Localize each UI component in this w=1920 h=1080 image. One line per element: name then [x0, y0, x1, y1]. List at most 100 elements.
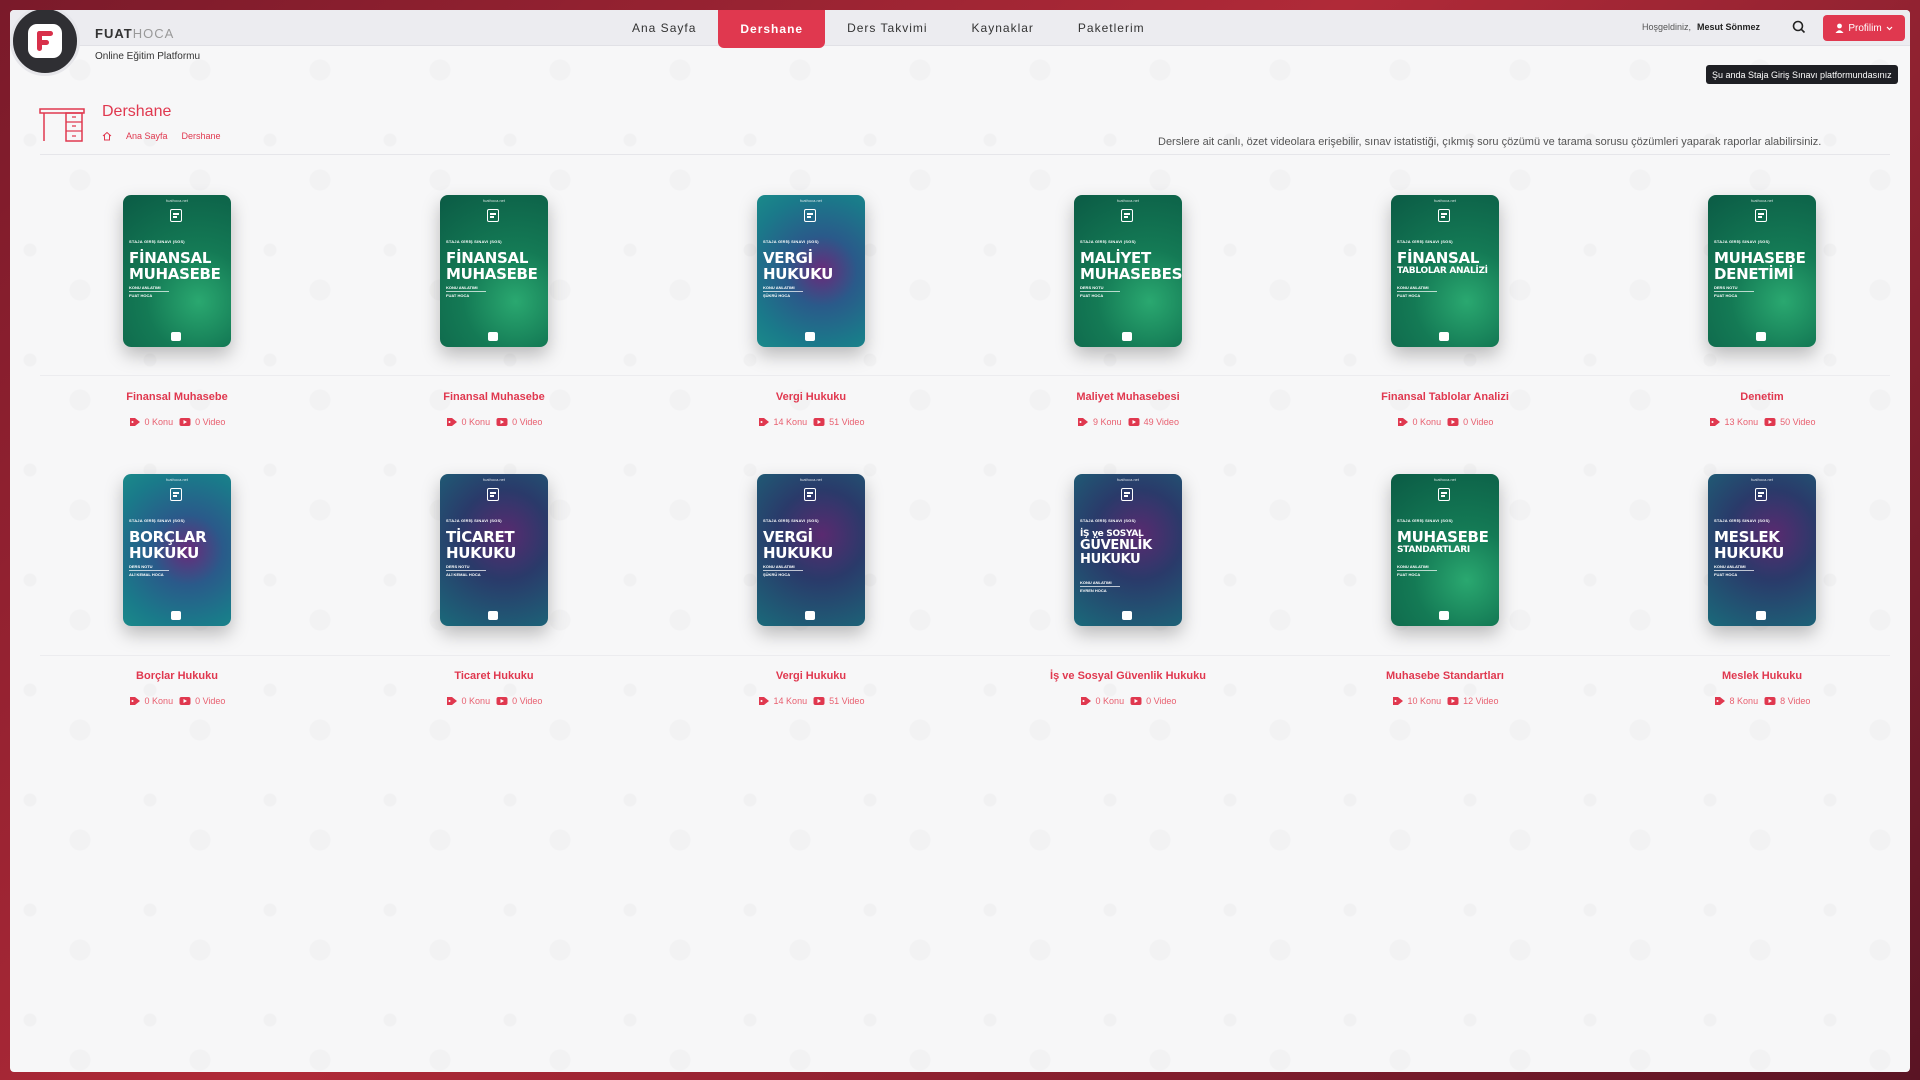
course-title[interactable]: Vergi Hukuku	[681, 670, 941, 682]
course-card[interactable]: fuathoca.net STAJA GİRİŞ SINAVI (SGS) BORÇ…	[47, 474, 307, 714]
tag-icon	[1709, 418, 1720, 426]
platform-tooltip: Şu anda Staja Giriş Sınavı platformundas…	[1706, 65, 1898, 84]
cover-site: fuathoca.net	[1116, 198, 1140, 203]
course-title[interactable]: Maliyet Muhasebesi	[998, 391, 1258, 403]
cover-title: BORÇLAR HUKUKU	[129, 529, 227, 561]
cover-site: fuathoca.net	[799, 198, 823, 203]
course-card[interactable]: fuathoca.net STAJA GİRİŞ SINAVI (SGS) FİNA…	[47, 195, 307, 435]
profile-button[interactable]: Profilim	[1823, 15, 1905, 41]
nav-item-paketlerim[interactable]: Paketlerim	[1056, 10, 1167, 46]
nav-item-ders-takvimi[interactable]: Ders Takvimi	[825, 10, 949, 46]
konu-stat: 10 Konu	[1392, 696, 1442, 706]
video-stat: 50 Video	[1764, 417, 1815, 427]
course-card[interactable]: fuathoca.net STAJA GİRİŞ SINAVI (SGS) MESL…	[1632, 474, 1892, 714]
course-title[interactable]: Meslek Hukuku	[1632, 670, 1892, 682]
course-card[interactable]: fuathoca.net STAJA GİRİŞ SINAVI (SGS) MALİ…	[998, 195, 1258, 435]
cover-type: KONU ANLATIMI	[763, 285, 803, 292]
course-cover[interactable]: fuathoca.net STAJA GİRİŞ SINAVI (SGS) FİNA…	[440, 195, 548, 347]
cover-site: fuathoca.net	[1116, 477, 1140, 482]
row-divider	[40, 375, 1890, 376]
course-card[interactable]: fuathoca.net STAJA GİRİŞ SINAVI (SGS) TİCA…	[364, 474, 624, 714]
breadcrumb-dershane[interactable]: Dershane	[182, 131, 221, 141]
konu-count: 0 Konu	[461, 417, 491, 427]
cover-title-line: FİNANSAL	[129, 249, 212, 267]
course-cover[interactable]: fuathoca.net STAJA GİRİŞ SINAVI (SGS) FİNA…	[123, 195, 231, 347]
cover-badge-icon	[1755, 209, 1767, 222]
course-card[interactable]: fuathoca.net STAJA GİRİŞ SINAVI (SGS) VERG…	[681, 474, 941, 714]
course-cover[interactable]: fuathoca.net STAJA GİRİŞ SINAVI (SGS) TİCA…	[440, 474, 548, 626]
cover-title-line: HUKUKU	[129, 544, 200, 562]
course-cover[interactable]: fuathoca.net STAJA GİRİŞ SINAVI (SGS) MUHA…	[1391, 474, 1499, 626]
video-count: 49 Video	[1143, 417, 1179, 427]
course-title[interactable]: Ticaret Hukuku	[364, 670, 624, 682]
course-cover[interactable]: fuathoca.net STAJA GİRİŞ SINAVI (SGS) İŞ v…	[1074, 474, 1182, 626]
search-icon[interactable]	[1792, 20, 1806, 34]
course-stats: 0 Konu 0 Video	[998, 696, 1258, 706]
course-cover[interactable]: fuathoca.net STAJA GİRİŞ SINAVI (SGS) VERG…	[757, 195, 865, 347]
tag-icon	[1397, 418, 1408, 426]
main-nav: Ana Sayfa Dershane Ders Takvimi Kaynakla…	[610, 10, 1167, 48]
course-card[interactable]: fuathoca.net STAJA GİRİŞ SINAVI (SGS) MUHA…	[1632, 195, 1892, 435]
logo[interactable]	[10, 10, 80, 76]
tag-icon	[446, 418, 457, 426]
cover-exam: STAJA GİRİŞ SINAVI (SGS)	[763, 518, 819, 523]
course-stats: 9 Konu 49 Video	[998, 417, 1258, 427]
home-icon[interactable]	[102, 131, 112, 141]
cover-exam: STAJA GİRİŞ SINAVI (SGS)	[763, 239, 819, 244]
cover-title-line: BORÇLAR	[129, 528, 207, 546]
chevron-down-icon	[1886, 26, 1893, 30]
nav-item-kaynaklar[interactable]: Kaynaklar	[950, 10, 1056, 46]
video-count: 50 Video	[1780, 417, 1816, 427]
cover-badge-icon	[170, 209, 182, 222]
user-icon	[1835, 23, 1844, 33]
course-title[interactable]: Borçlar Hukuku	[47, 670, 307, 682]
konu-count: 10 Konu	[1407, 696, 1442, 706]
course-card[interactable]: fuathoca.net STAJA GİRİŞ SINAVI (SGS) FİNA…	[1315, 195, 1575, 435]
page-title: Dershane	[102, 103, 172, 120]
nav-item-ana-sayfa[interactable]: Ana Sayfa	[610, 10, 718, 46]
course-title[interactable]: İş ve Sosyal Güvenlik Hukuku	[998, 670, 1258, 682]
course-title[interactable]: Muhasebe Standartları	[1315, 670, 1575, 682]
course-card[interactable]: fuathoca.net STAJA GİRİŞ SINAVI (SGS) MUHA…	[1315, 474, 1575, 714]
video-icon	[179, 418, 191, 426]
brand-name: FUATHOCA	[95, 26, 174, 41]
cover-author: FUAT HOCA	[446, 293, 470, 298]
tag-icon	[1080, 697, 1091, 705]
konu-count: 13 Konu	[1724, 417, 1759, 427]
course-cover[interactable]: fuathoca.net STAJA GİRİŞ SINAVI (SGS) MESL…	[1708, 474, 1816, 626]
course-cover[interactable]: fuathoca.net STAJA GİRİŞ SINAVI (SGS) VERG…	[757, 474, 865, 626]
video-stat: 0 Video	[496, 696, 542, 706]
cover-title-line: HUKUKU	[1714, 544, 1785, 562]
course-cover[interactable]: fuathoca.net STAJA GİRİŞ SINAVI (SGS) FİNA…	[1391, 195, 1499, 347]
video-stat: 51 Video	[813, 696, 864, 706]
course-title[interactable]: Finansal Muhasebe	[47, 391, 307, 403]
konu-stat: 8 Konu	[1714, 696, 1758, 706]
course-cover[interactable]: fuathoca.net STAJA GİRİŞ SINAVI (SGS) MALİ…	[1074, 195, 1182, 347]
nav-item-dershane[interactable]: Dershane	[718, 10, 826, 48]
brand-bold: FUAT	[95, 26, 133, 41]
course-card[interactable]: fuathoca.net STAJA GİRİŞ SINAVI (SGS) VERG…	[681, 195, 941, 435]
cover-title-line: MUHASEBE	[129, 265, 221, 283]
course-cover[interactable]: fuathoca.net STAJA GİRİŞ SINAVI (SGS) BORÇ…	[123, 474, 231, 626]
course-title[interactable]: Finansal Muhasebe	[364, 391, 624, 403]
course-cover[interactable]: fuathoca.net STAJA GİRİŞ SINAVI (SGS) MUHA…	[1708, 195, 1816, 347]
konu-count: 0 Konu	[144, 417, 174, 427]
cover-title-line: GÜVENLİK	[1080, 538, 1152, 553]
course-card[interactable]: fuathoca.net STAJA GİRİŞ SINAVI (SGS) İŞ v…	[998, 474, 1258, 714]
cover-title: TİCARET HUKUKU	[446, 529, 544, 561]
cover-type: KONU ANLATIMI	[763, 564, 803, 571]
course-stats: 0 Konu 0 Video	[364, 696, 624, 706]
cover-badge-icon	[170, 488, 182, 501]
cover-exam: STAJA GİRİŞ SINAVI (SGS)	[1714, 518, 1770, 523]
course-title[interactable]: Finansal Tablolar Analizi	[1315, 391, 1575, 403]
course-title[interactable]: Denetim	[1632, 391, 1892, 403]
course-title[interactable]: Vergi Hukuku	[681, 391, 941, 403]
breadcrumb-ana-sayfa[interactable]: Ana Sayfa	[126, 131, 168, 141]
cover-exam: STAJA GİRİŞ SINAVI (SGS)	[1714, 239, 1770, 244]
cover-title: VERGİ HUKUKU	[763, 529, 861, 561]
cover-exam: STAJA GİRİŞ SINAVI (SGS)	[1080, 518, 1136, 523]
cover-badge-icon	[804, 209, 816, 222]
course-card[interactable]: fuathoca.net STAJA GİRİŞ SINAVI (SGS) FİNA…	[364, 195, 624, 435]
cover-title-line: DENETİMİ	[1714, 265, 1794, 283]
video-count: 0 Video	[1146, 696, 1177, 706]
